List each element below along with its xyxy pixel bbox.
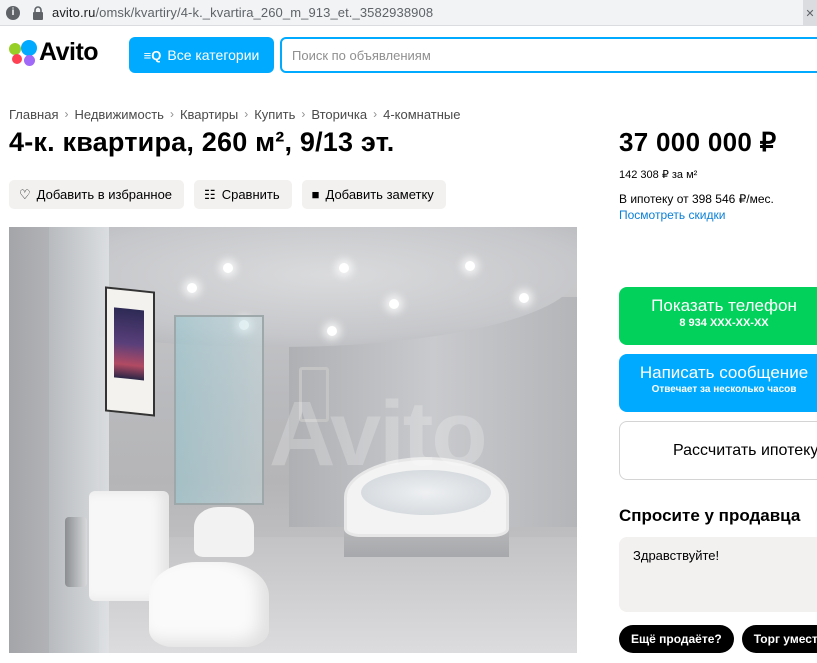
logo-text: Avito [39,38,99,66]
chevron-right-icon: › [373,107,378,121]
add-to-favorites-button[interactable]: ♡ Добавить в избранное [9,180,185,209]
price-per-square-meter: 142 308 ₽ за м² [619,169,698,181]
all-categories-label: Все категории [167,47,260,63]
site-header: Avito ≡Q Все категории Поиск по объявлен… [0,26,817,82]
breadcrumb-item-real-estate[interactable]: Недвижимость [74,107,163,122]
url-text[interactable]: avito.ru/omsk/kvartiry/4-k._kvartira_260… [52,5,433,20]
ceiling-light [389,299,399,309]
listing-price: 37 000 000 ₽ [619,127,777,157]
photo-thumbnails-strip [9,655,577,663]
breadcrumb-item-buy[interactable]: Купить [254,107,295,122]
mortgage-estimate: В ипотеку от 398 546 ₽/мес. [619,192,774,206]
chevron-right-icon: › [169,107,174,121]
ask-seller-text: Здравствуйте! [633,548,720,563]
avito-logo[interactable]: Avito [9,38,99,67]
logo-dots-icon [9,39,37,66]
url-domain: avito.ru [52,5,96,20]
categories-search-icon: ≡Q [143,47,162,63]
all-categories-button[interactable]: ≡Q Все категории [129,37,274,73]
breadcrumb: Главная › Недвижимость › Квартиры › Купи… [9,107,460,122]
show-phone-label: Показать телефон [651,296,797,315]
write-message-button[interactable]: Написать сообщение Отвечает за несколько… [619,354,817,412]
write-message-label: Написать сообщение [639,363,809,382]
response-time-text: Отвечает за несколько часов [651,384,797,395]
chevron-right-icon: › [64,107,69,121]
ask-seller-heading: Спросите у продавца [619,506,801,525]
ask-seller-textarea[interactable]: Здравствуйте! [619,537,817,612]
show-phone-button[interactable]: Показать телефон 8 934 XXX-XX-XX [619,287,817,345]
lock-icon[interactable] [32,5,44,20]
browser-address-bar[interactable]: i avito.ru/omsk/kvartiry/4-k._kvartira_2… [0,0,817,26]
note-icon: ■ [311,187,320,202]
listing-actions: ♡ Добавить в избранное ☷ Сравнить ■ Доба… [9,180,446,209]
compare-icon: ☷ [204,186,216,202]
add-note-label: Добавить заметку [325,187,434,202]
compare-button[interactable]: ☷ Сравнить [194,180,292,209]
browser-tab-close-icon[interactable]: ✕ [803,0,817,26]
add-note-button[interactable]: ■ Добавить заметку [301,180,446,209]
breadcrumb-item-home[interactable]: Главная [9,107,58,122]
photo-toilet [149,562,269,647]
calculate-mortgage-button[interactable]: Рассчитать ипотеку [619,421,817,480]
ceiling-light [465,261,475,271]
chevron-right-icon: › [301,107,306,121]
photo-painting [105,286,155,417]
breadcrumb-item-apartments[interactable]: Квартиры [180,107,238,122]
search-placeholder: Поиск по объявлениям [292,47,431,63]
chevron-right-icon: › [244,107,249,121]
ceiling-light [339,263,349,273]
photo-shower-cabin [174,315,264,505]
ceiling-light [187,283,197,293]
masked-phone-number: 8 934 XXX-XX-XX [679,317,769,329]
listing-photo[interactable]: Avito [9,227,577,653]
breadcrumb-item-secondary[interactable]: Вторичка [311,107,367,122]
quick-question-chip[interactable]: Торг уместен? [741,625,817,653]
url-path: /omsk/kvartiry/4-k._kvartira_260_m_913_e… [95,5,434,20]
ceiling-light [223,263,233,273]
info-icon[interactable]: i [6,5,20,20]
quick-questions: Ещё продаёте? Торг уместен? [619,625,817,653]
photo-bidet [194,507,254,557]
page-title: 4-к. квартира, 260 м², 9/13 эт. [9,127,395,157]
view-discounts-link[interactable]: Посмотреть скидки [619,208,725,222]
breadcrumb-item-4-rooms[interactable]: 4-комнатные [383,107,460,122]
ceiling-light [327,326,337,336]
photo-door-handle [65,517,87,587]
compare-label: Сравнить [221,187,280,202]
ceiling-light [519,293,529,303]
add-to-favorites-label: Добавить в избранное [36,187,173,202]
quick-question-chip[interactable]: Ещё продаёте? [619,625,734,653]
calculate-mortgage-label: Рассчитать ипотеку [673,441,817,459]
heart-icon: ♡ [19,186,31,202]
photo-watermark: Avito [269,383,488,485]
search-input[interactable]: Поиск по объявлениям [280,37,817,73]
